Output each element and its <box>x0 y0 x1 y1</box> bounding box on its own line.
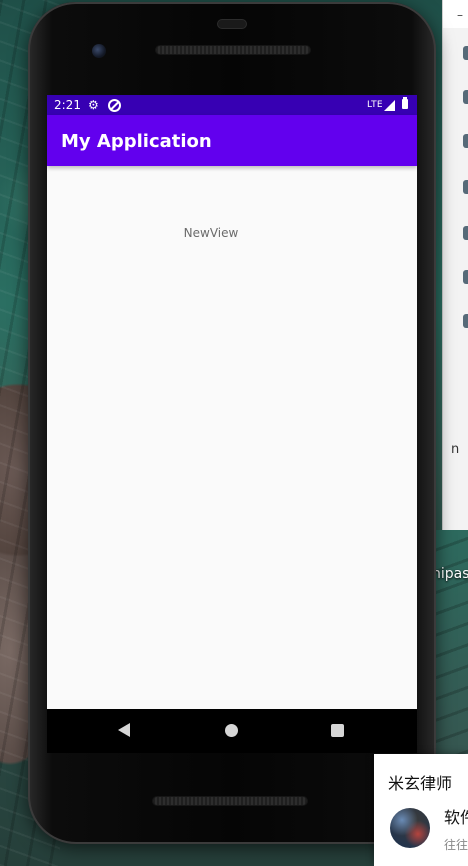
status-bar: 2:21 ⚙ LTE <box>47 95 417 115</box>
data-saver-icon <box>108 99 121 112</box>
navigation-bar <box>47 709 417 753</box>
notification-title: 软件 <box>444 808 468 827</box>
network-type-label: LTE <box>367 100 383 110</box>
avatar <box>390 808 430 848</box>
tool-icon[interactable] <box>463 180 468 194</box>
window-titlebar: – <box>443 0 468 28</box>
app-title: My Application <box>61 131 212 152</box>
tool-icon[interactable] <box>463 46 468 60</box>
side-window-text: n <box>451 442 460 457</box>
back-icon[interactable] <box>118 723 130 737</box>
side-window-fragment[interactable]: – n <box>442 0 468 530</box>
recents-icon[interactable] <box>331 724 344 737</box>
status-time: 2:21 <box>54 98 81 112</box>
new-view-label: NewView <box>183 226 239 240</box>
signal-icon <box>384 100 395 111</box>
notification-toast[interactable]: 米玄律师 软件 往往 <box>374 754 468 866</box>
battery-icon <box>402 97 408 109</box>
device-screen[interactable]: 2:21 ⚙ LTE My Application NewView <box>47 95 417 709</box>
tool-icon[interactable] <box>463 314 468 328</box>
app-toolbar: My Application <box>47 115 417 166</box>
tool-icon[interactable] <box>463 90 468 104</box>
proximity-sensor <box>218 20 246 28</box>
front-camera-icon <box>92 44 106 58</box>
tool-icon[interactable] <box>463 226 468 240</box>
earpiece-speaker <box>156 46 310 54</box>
notification-snippet: 往往 <box>444 838 468 852</box>
home-icon[interactable] <box>225 724 238 737</box>
minimize-icon[interactable]: – <box>457 8 463 22</box>
tool-icon[interactable] <box>463 270 468 284</box>
notification-sender: 米玄律师 <box>388 774 453 793</box>
tool-icon[interactable] <box>463 134 468 148</box>
gear-icon: ⚙ <box>88 98 99 112</box>
desktop-text-fragment: nipas <box>432 566 468 582</box>
bottom-speaker <box>153 797 307 805</box>
